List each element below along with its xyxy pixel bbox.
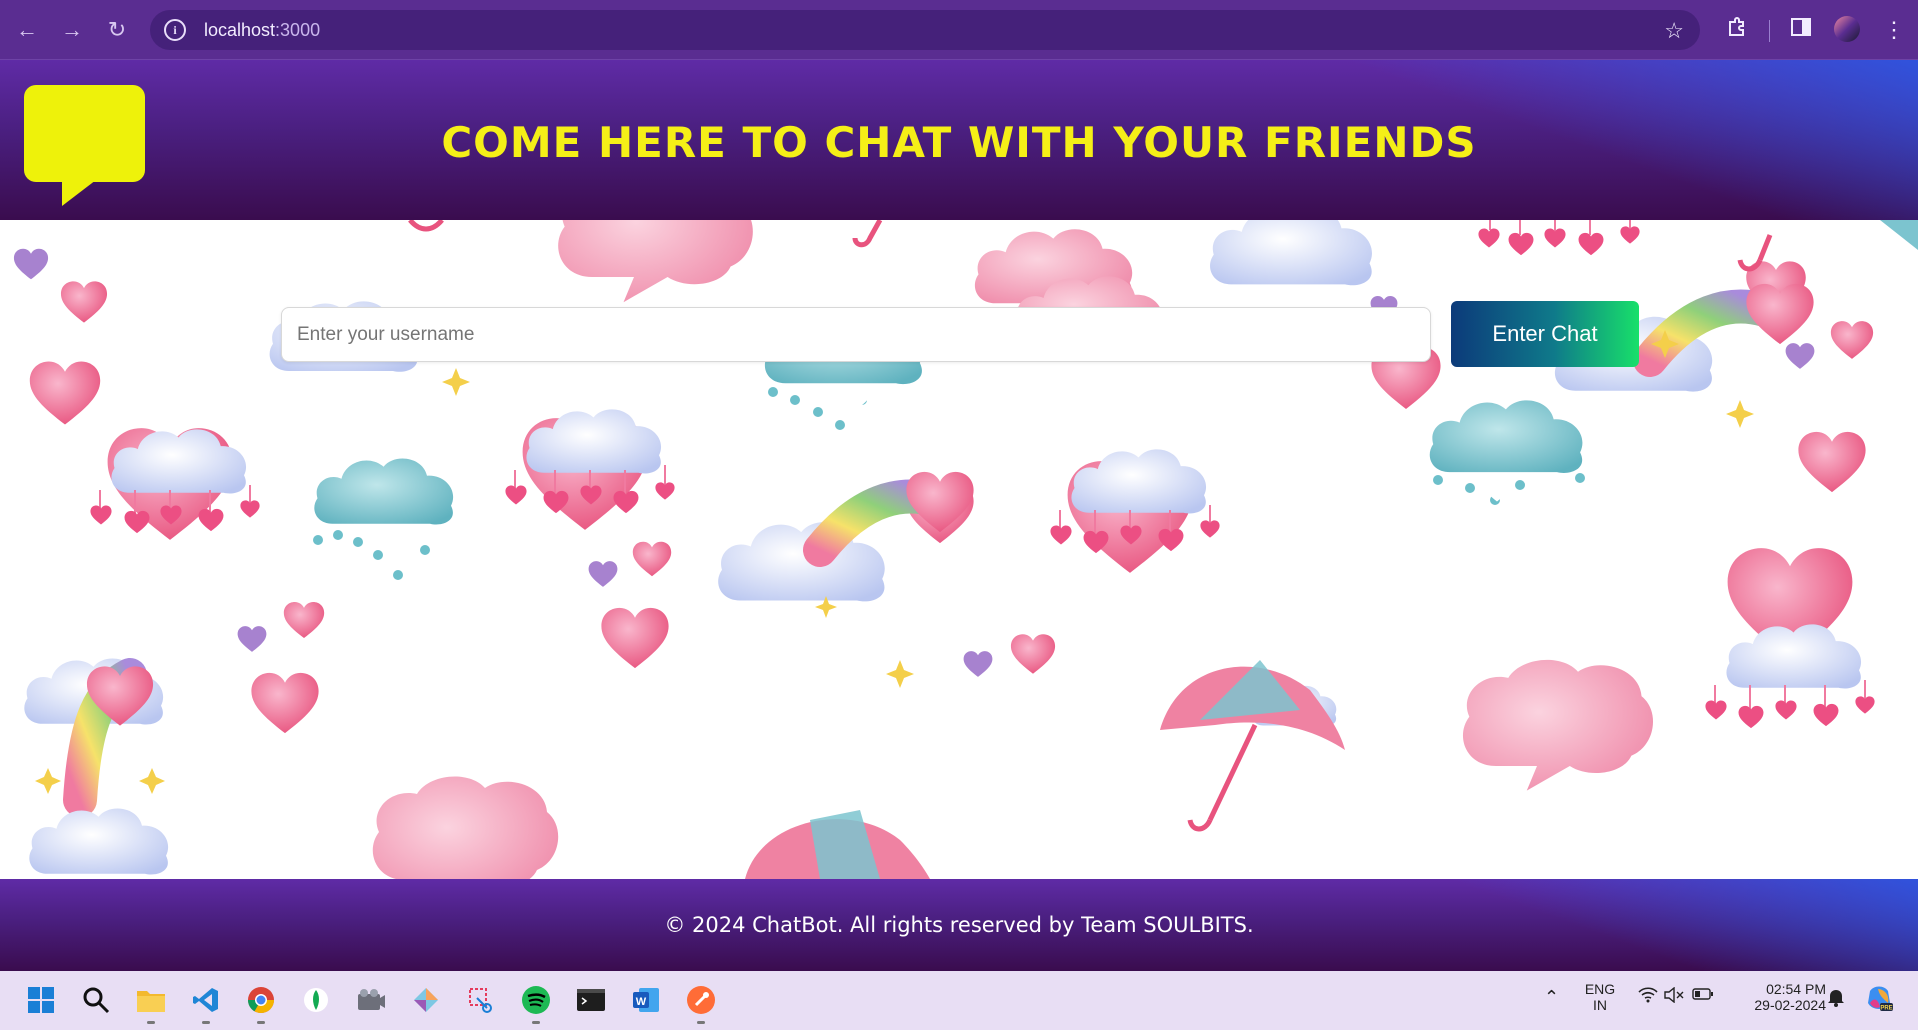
running-indicator [257,1021,265,1024]
spotify-icon[interactable] [519,983,553,1017]
extensions-icon[interactable] [1723,16,1751,44]
running-indicator [532,1021,540,1024]
toolbar-divider [1769,20,1770,42]
kebab-menu-icon[interactable]: ⋮ [1880,16,1908,44]
copilot-icon[interactable]: PRE [1864,983,1894,1016]
running-indicator [697,1021,705,1024]
git-icon[interactable] [409,983,443,1017]
language-indicator[interactable]: ENG IN [1580,981,1620,1013]
arrow-right-icon[interactable]: → [56,14,88,46]
taskbar: W ⌃ ENG IN 02:54 PM 29-02-2024 PRE [0,971,1918,1030]
url-text: localhost:3000 [204,19,321,40]
site-footer: © 2024 ChatBot. All rights reserved by T… [0,879,1918,971]
start-icon[interactable] [24,983,58,1017]
camera-icon[interactable] [354,983,388,1017]
wifi-icon[interactable] [1638,987,1658,1008]
arrow-left-icon[interactable]: ← [11,14,43,46]
battery-icon[interactable] [1692,987,1714,1004]
address-bar[interactable]: i localhost:3000 ☆ [150,10,1700,50]
bookmark-star-icon[interactable]: ☆ [1664,18,1684,44]
site-info-icon[interactable]: i [164,19,186,41]
mongodb-icon[interactable] [299,983,333,1017]
postman-icon[interactable] [684,983,718,1017]
terminal-icon[interactable] [574,983,608,1017]
search-icon[interactable] [79,983,113,1017]
username-input[interactable] [281,307,1431,362]
footer-copyright: © 2024 ChatBot. All rights reserved by T… [664,913,1254,937]
file-explorer-icon[interactable] [134,983,168,1017]
svg-text:PRE: PRE [1880,1006,1892,1012]
volume-muted-icon[interactable] [1664,986,1684,1006]
side-panel-icon[interactable] [1787,16,1815,44]
chat-bubble-logo-tail [62,180,96,206]
site-header: COME HERE TO CHAT WITH YOUR FRIENDS [0,60,1918,220]
svg-text:W: W [636,996,647,1008]
bell-icon[interactable] [1826,987,1846,1010]
word-icon[interactable]: W [629,983,663,1017]
snipping-tool-icon[interactable] [464,983,498,1017]
clock[interactable]: 02:54 PM 29-02-2024 [1730,981,1826,1013]
page-title: COME HERE TO CHAT WITH YOUR FRIENDS [441,118,1477,167]
browser-toolbar: ← → ↻ i localhost:3000 ☆ ⋮ [0,0,1918,60]
chrome-icon[interactable] [244,983,278,1017]
chevron-up-icon[interactable]: ⌃ [1544,987,1559,1008]
running-indicator [147,1021,155,1024]
enter-chat-button[interactable]: Enter Chat [1451,301,1639,367]
reload-icon[interactable]: ↻ [101,14,133,46]
vscode-icon[interactable] [189,983,223,1017]
running-indicator [202,1021,210,1024]
profile-avatar[interactable] [1834,16,1860,42]
